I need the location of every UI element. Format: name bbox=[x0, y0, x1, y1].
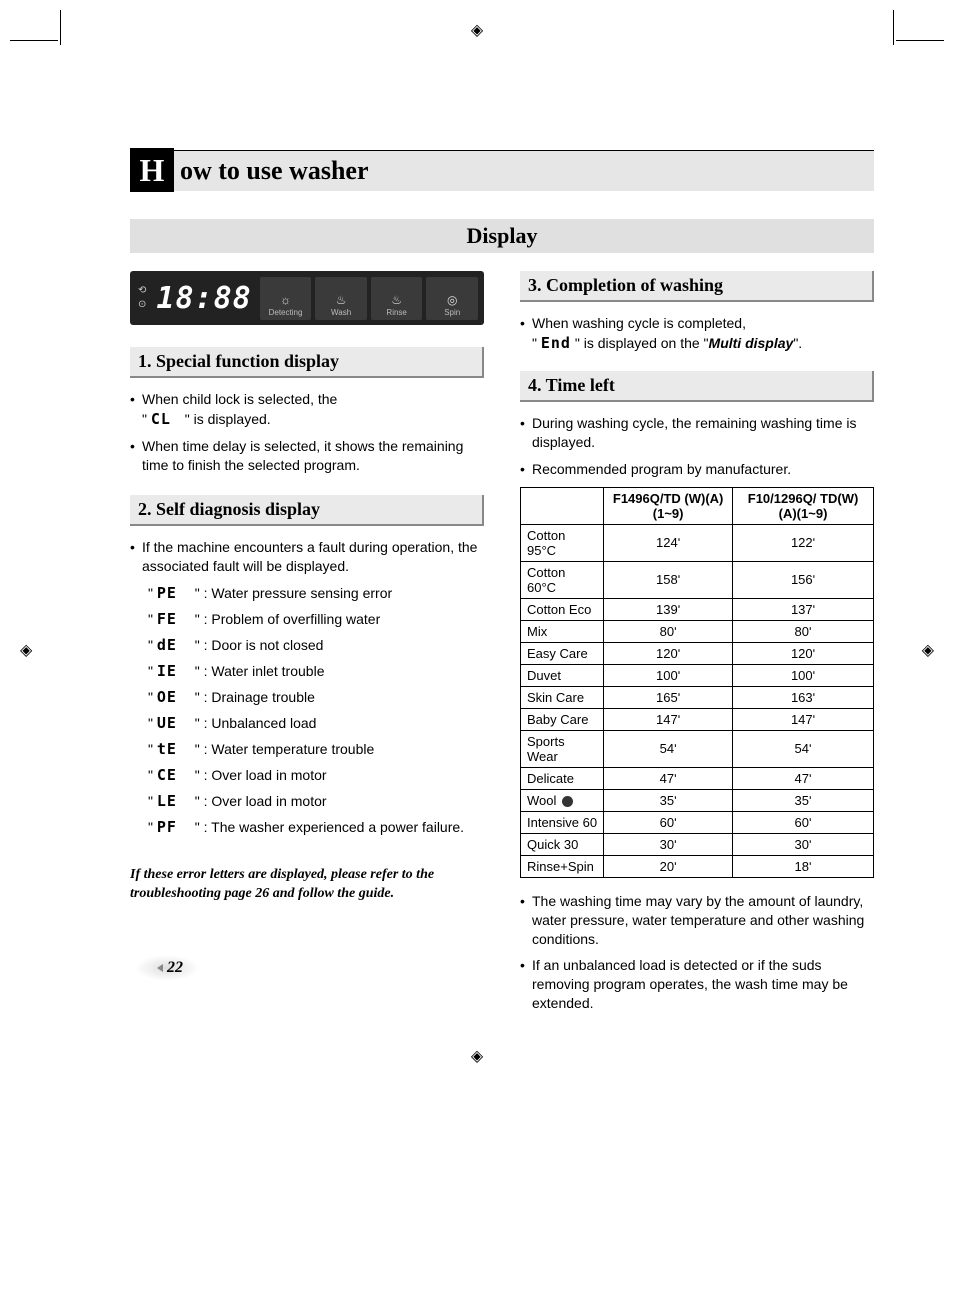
registration-mark-bottom: ◈ bbox=[471, 1046, 483, 1066]
heading-special-function: 1. Special function display bbox=[130, 347, 484, 378]
table-row: Cotton Eco139ʹ137ʹ bbox=[521, 598, 874, 620]
bullet-unbalanced-load: •If an unbalanced load is detected or if… bbox=[520, 956, 874, 1013]
code-cl: CL bbox=[151, 409, 181, 429]
table-row: Easy Care120ʹ120ʹ bbox=[521, 642, 874, 664]
error-ue: " UE " : Unbalanced load bbox=[148, 714, 484, 732]
registration-mark-right: ◈ bbox=[922, 640, 934, 660]
heading-completion: 3. Completion of washing bbox=[520, 271, 874, 302]
code-end: End bbox=[541, 333, 571, 353]
program-time-table: F1496Q/TD (W)(A)(1~9) F10/1296Q/ TD(W)(A… bbox=[520, 487, 874, 878]
table-row: Mix80ʹ80ʹ bbox=[521, 620, 874, 642]
table-row: Skin Care165ʹ163ʹ bbox=[521, 686, 874, 708]
registration-mark-top: ◈ bbox=[471, 20, 483, 40]
bullet-time-delay: • When time delay is selected, it shows … bbox=[130, 437, 484, 475]
heading-self-diagnosis: 2. Self diagnosis display bbox=[130, 495, 484, 526]
table-row-wool: Wool 35ʹ35ʹ bbox=[521, 789, 874, 811]
error-de: " dE " : Door is not closed bbox=[148, 636, 484, 654]
table-row: Quick 3030ʹ30ʹ bbox=[521, 833, 874, 855]
heading-time-left: 4. Time left bbox=[520, 371, 874, 402]
title-dropcap: H bbox=[130, 148, 174, 192]
error-pf: " PF " : The washer experienced a power … bbox=[148, 818, 484, 836]
error-oe: " OE " : Drainage trouble bbox=[148, 688, 484, 706]
display-stage-spin: ◎Spin bbox=[426, 277, 478, 320]
table-row: Sports Wear54ʹ54ʹ bbox=[521, 730, 874, 767]
bullet-completion: • When washing cycle is completed, " End… bbox=[520, 314, 874, 353]
display-time-readout: 18:88 bbox=[152, 281, 255, 316]
table-row: Baby Care147ʹ147ʹ bbox=[521, 708, 874, 730]
display-stage-wash: ♨Wash bbox=[315, 277, 367, 320]
registration-mark-left: ◈ bbox=[20, 640, 32, 660]
error-pe: " PE " : Water pressure sensing error bbox=[148, 584, 484, 602]
bullet-wash-time-vary: •The washing time may vary by the amount… bbox=[520, 892, 874, 949]
error-ce: " CE " : Over load in motor bbox=[148, 766, 484, 784]
table-row: Intensive 6060ʹ60ʹ bbox=[521, 811, 874, 833]
bullet-recommended: •Recommended program by manufacturer. bbox=[520, 460, 874, 479]
error-te: " tE " : Water temperature trouble bbox=[148, 740, 484, 758]
title-text: ow to use washer bbox=[174, 156, 369, 186]
display-stage-detecting: ☼Detecting bbox=[260, 277, 312, 320]
table-row: Delicate47ʹ47ʹ bbox=[521, 767, 874, 789]
bullet-child-lock: • When child lock is selected, the " CL … bbox=[130, 390, 484, 429]
display-status-icons: ⟲⊙ bbox=[136, 286, 148, 310]
error-fe: " FE " : Problem of overfilling water bbox=[148, 610, 484, 628]
section-heading-display: Display bbox=[130, 219, 874, 253]
bullet-remaining-time: •During washing cycle, the remaining was… bbox=[520, 414, 874, 452]
table-row: Duvet100ʹ100ʹ bbox=[521, 664, 874, 686]
display-stage-rinse: ♨Rinse bbox=[371, 277, 423, 320]
table-row: Rinse+Spin20ʹ18ʹ bbox=[521, 855, 874, 877]
table-header-row: F1496Q/TD (W)(A)(1~9) F10/1296Q/ TD(W)(A… bbox=[521, 487, 874, 524]
table-row: Cotton 60°C158ʹ156ʹ bbox=[521, 561, 874, 598]
troubleshooting-note: If these error letters are displayed, pl… bbox=[130, 866, 484, 904]
error-le: " LE " : Over load in motor bbox=[148, 792, 484, 810]
error-ie: " IE " : Water inlet trouble bbox=[148, 662, 484, 680]
page-number: 22 bbox=[135, 955, 199, 981]
page-title-bar: H ow to use washer bbox=[130, 150, 874, 191]
table-row: Cotton 95°C124ʹ122ʹ bbox=[521, 524, 874, 561]
washer-display-illustration: ⟲⊙ 18:88 ☼Detecting ♨Wash ♨Rinse ◎Spin bbox=[130, 271, 484, 325]
bullet-fault-intro: • If the machine encounters a fault duri… bbox=[130, 538, 484, 576]
woolmark-icon bbox=[562, 796, 573, 807]
error-code-list: " PE " : Water pressure sensing error " … bbox=[148, 584, 484, 836]
